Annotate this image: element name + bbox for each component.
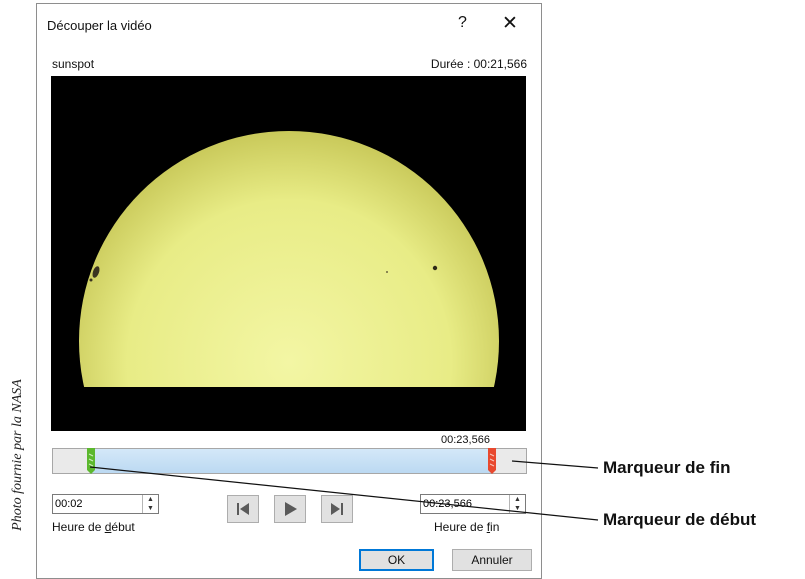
trim-timeline[interactable]: [52, 448, 527, 474]
sun-image: [51, 76, 526, 431]
dialog-titlebar: Découper la vidéo ? ✕: [37, 4, 541, 44]
end-time-stepper[interactable]: ▲ ▼: [509, 495, 525, 513]
start-time-spinner: ▲ ▼: [52, 494, 159, 514]
up-arrow-icon[interactable]: ▲: [143, 495, 158, 504]
help-button[interactable]: ?: [458, 14, 467, 32]
start-marker-callout: Marqueur de début: [603, 510, 757, 529]
start-marker[interactable]: [87, 448, 95, 474]
play-button[interactable]: [274, 495, 306, 523]
photo-credit: Photo fournie par la NASA: [6, 355, 25, 560]
next-frame-button[interactable]: [321, 495, 353, 523]
close-button[interactable]: ✕: [502, 12, 518, 35]
trim-selection: [91, 449, 492, 473]
start-time-input[interactable]: [55, 496, 125, 512]
down-arrow-icon[interactable]: ▼: [143, 504, 158, 513]
photo-credit-text: Photo fournie par la NASA: [10, 379, 25, 531]
start-time-stepper[interactable]: ▲ ▼: [142, 495, 158, 513]
cancel-button[interactable]: Annuler: [452, 549, 532, 571]
video-name: sunspot: [52, 57, 95, 71]
duration-label: Durée : 00:21,566: [430, 57, 527, 71]
previous-frame-icon: [237, 503, 249, 515]
down-arrow-icon[interactable]: ▼: [510, 504, 525, 513]
previous-frame-button[interactable]: [227, 495, 259, 523]
end-time-input[interactable]: [423, 496, 493, 512]
end-marker[interactable]: [488, 448, 496, 474]
ok-button[interactable]: OK: [359, 549, 434, 571]
dialog-title: Découper la vidéo: [47, 18, 152, 33]
end-marker-callout: Marqueur de fin: [603, 458, 731, 477]
end-time-label: Heure de fin: [434, 520, 500, 534]
start-time-label: Heure de début: [52, 520, 135, 534]
next-frame-icon: [331, 503, 343, 515]
end-marker-time: 00:23,566: [441, 434, 490, 446]
up-arrow-icon[interactable]: ▲: [510, 495, 525, 504]
trim-video-dialog: Découper la vidéo ? ✕ sunspot Durée : 00…: [36, 3, 542, 579]
play-icon: [285, 502, 297, 516]
video-preview[interactable]: [51, 76, 526, 431]
end-time-spinner: ▲ ▼: [420, 494, 526, 514]
